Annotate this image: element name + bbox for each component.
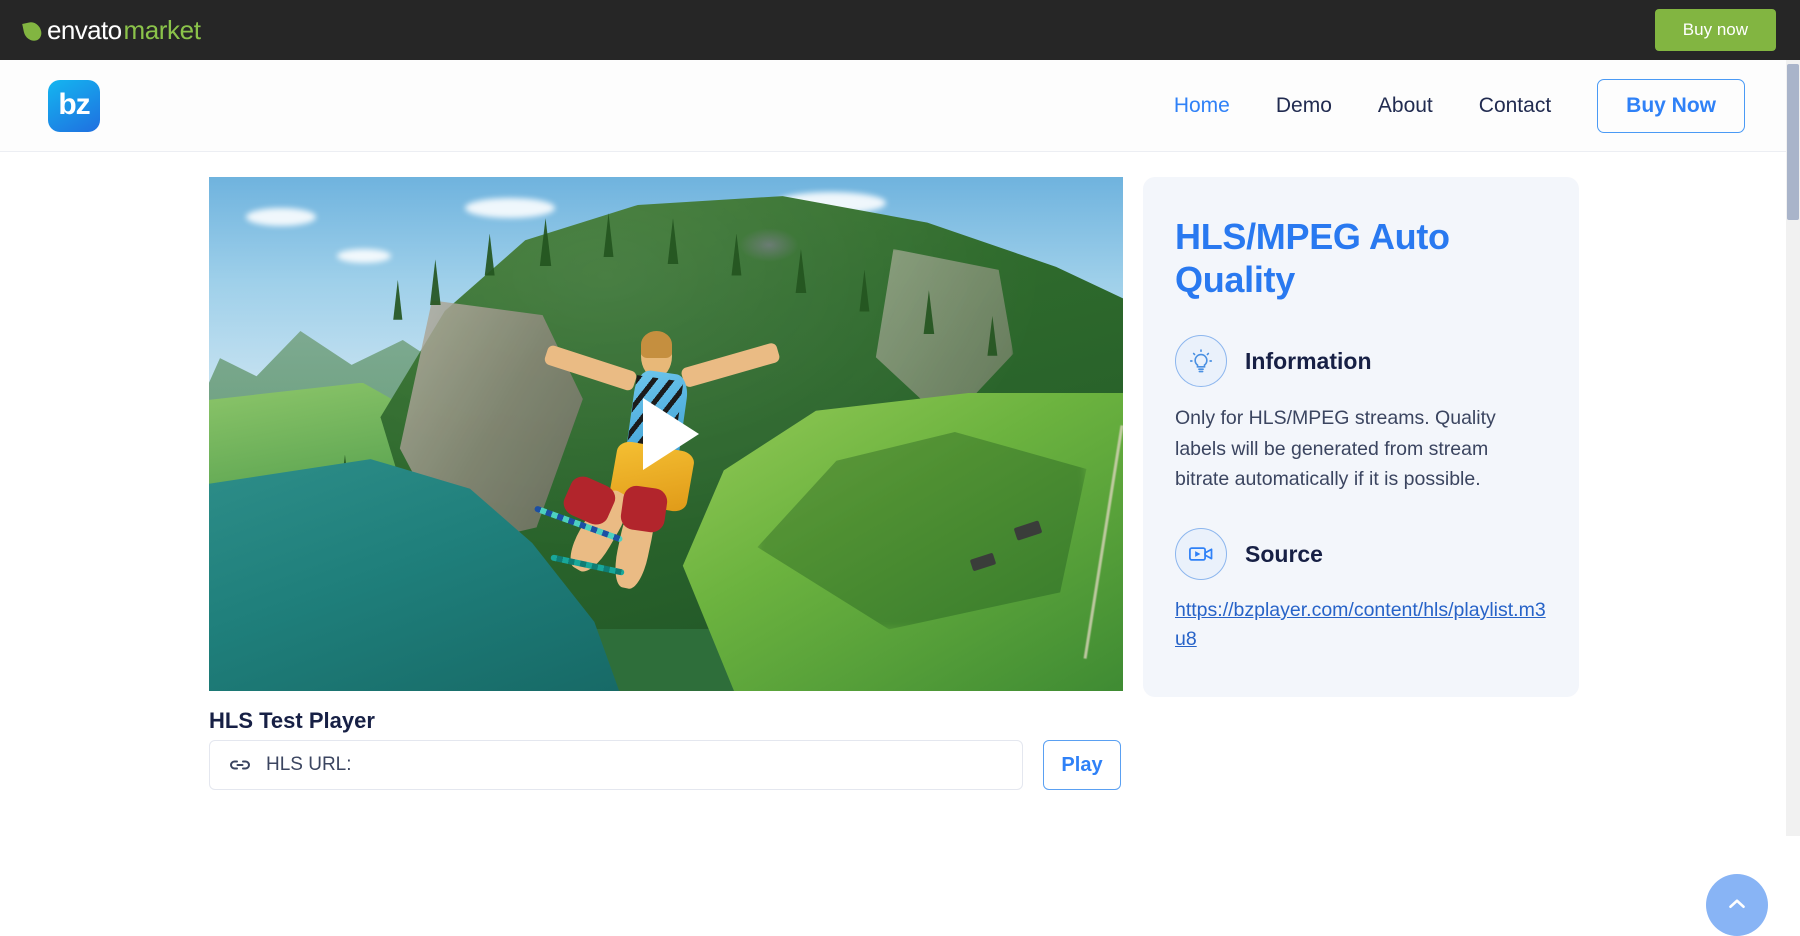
source-section: Source https://bzplayer.com/content/hls/… [1175,528,1547,655]
hls-url-row: Play [209,740,1121,790]
nav-item-contact[interactable]: Contact [1479,94,1551,118]
video-camera-icon [1175,528,1227,581]
envato-logo[interactable]: envato market [22,14,201,46]
header-buy-now-button[interactable]: Buy Now [1597,78,1745,133]
info-panel: HLS/MPEG Auto Quality Information Only f… [1143,177,1579,697]
link-icon [228,753,252,777]
hls-url-input-wrapper[interactable] [209,740,1023,790]
main-content: HLS Test Player Play HLS/MPEG Auto Quali… [0,152,1789,936]
scroll-to-top-button[interactable] [1706,874,1768,936]
hls-url-input[interactable] [266,754,1004,776]
video-player[interactable] [209,177,1123,691]
envato-logo-word-1: envato [47,14,122,45]
source-link[interactable]: https://bzplayer.com/content/hls/playlis… [1175,596,1547,655]
page-scrollbar-thumb[interactable] [1787,64,1799,220]
play-triangle-icon [643,398,699,470]
nav-item-about[interactable]: About [1378,94,1433,118]
information-section: Information Only for HLS/MPEG streams. Q… [1175,335,1547,494]
main-navigation: Home Demo About Contact Buy Now [1174,78,1745,133]
source-section-header: Source [1175,528,1547,581]
chevron-up-icon [1724,891,1750,920]
lightbulb-icon [1175,335,1227,388]
hls-test-player-title: HLS Test Player [209,708,375,733]
play-button-overlay[interactable] [209,177,1123,691]
information-body: Only for HLS/MPEG streams. Quality label… [1175,407,1496,490]
source-label: Source [1245,540,1323,567]
leaf-icon [22,19,43,43]
envato-market-bar: envato market Buy now [0,0,1800,60]
information-section-header: Information [1175,335,1547,388]
envato-logo-word-2: market [123,14,201,45]
information-label: Information [1245,347,1372,374]
envato-buy-now-button[interactable]: Buy now [1654,9,1776,51]
nav-item-home[interactable]: Home [1174,94,1230,118]
play-button[interactable]: Play [1043,740,1121,790]
site-header: bz Home Demo About Contact Buy Now [0,60,1789,152]
bz-logo-icon[interactable]: bz [48,79,100,132]
nav-item-demo[interactable]: Demo [1276,94,1332,118]
panel-title: HLS/MPEG Auto Quality [1175,216,1450,301]
brand-logo-text: bz [58,87,90,121]
